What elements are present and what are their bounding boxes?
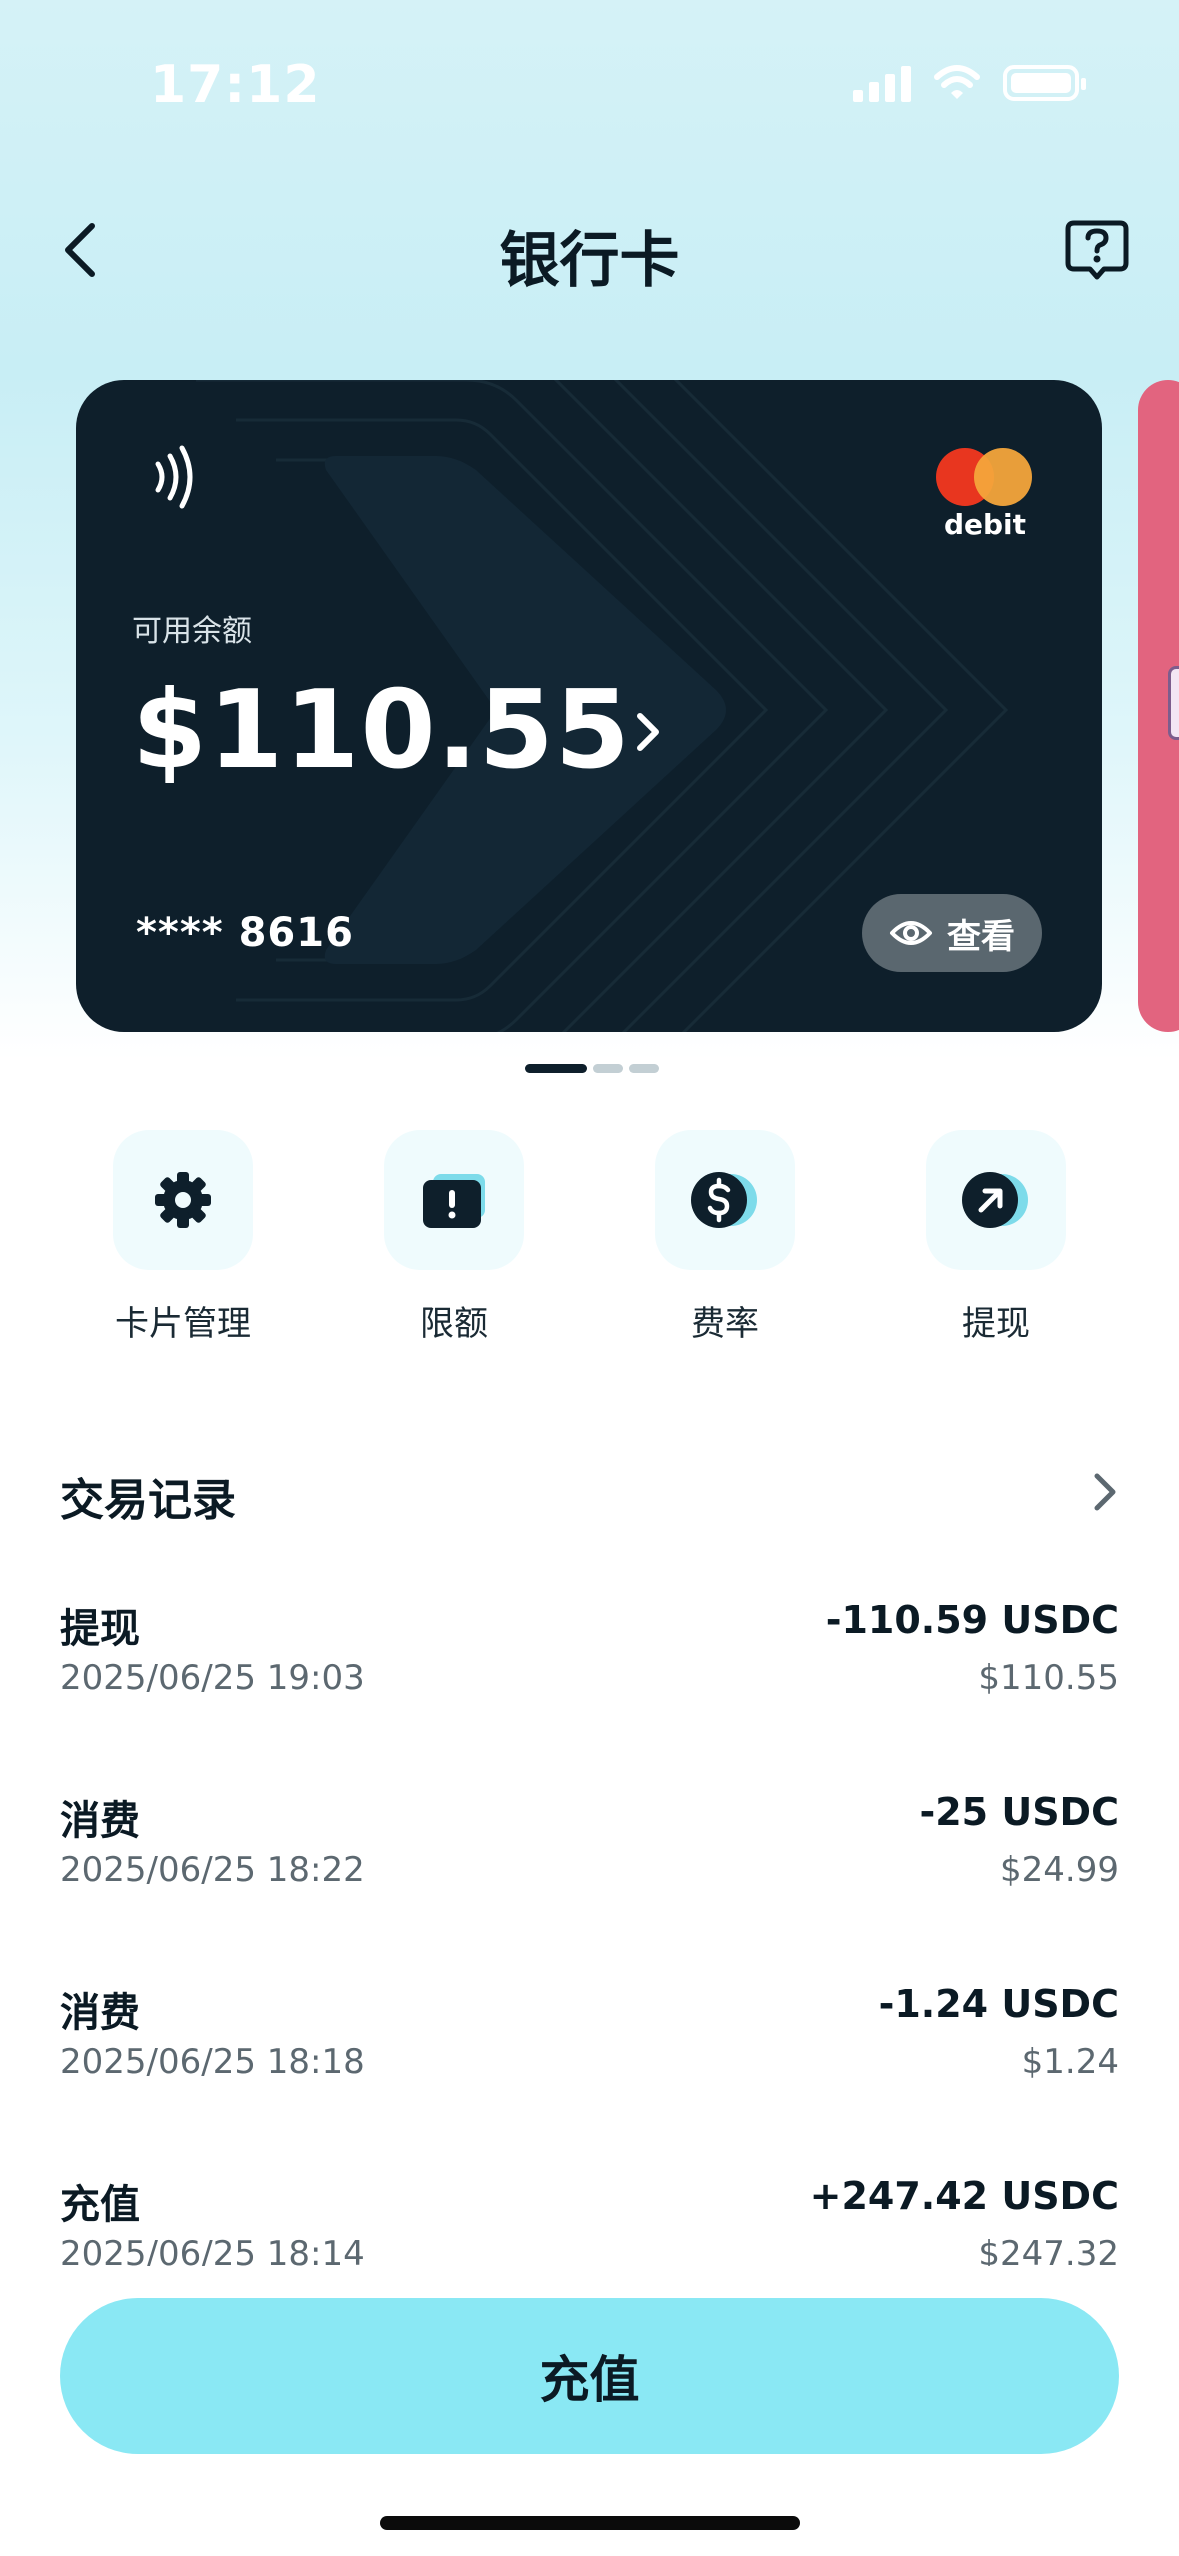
transaction-type: 消费 xyxy=(60,1990,140,2036)
dollar-icon xyxy=(655,1130,795,1270)
help-button[interactable] xyxy=(1055,208,1139,292)
navigation-bar: 银行卡 xyxy=(0,190,1179,310)
battery-icon xyxy=(1003,65,1086,101)
gear-icon xyxy=(113,1130,253,1270)
contactless-icon xyxy=(155,445,193,509)
transaction-amount: -1.24 USDC xyxy=(878,1982,1119,2026)
card-type-label: debit xyxy=(943,508,1026,541)
wifi-icon xyxy=(934,65,980,99)
cellular-signal-icon xyxy=(853,64,911,102)
transaction-usd-value: $24.99 xyxy=(1000,1850,1119,1890)
help-icon xyxy=(1065,220,1129,280)
transaction-time: 2025/06/25 19:03 xyxy=(60,1658,365,1698)
masked-card-number: **** 8616 xyxy=(136,910,354,956)
status-time: 17:12 xyxy=(150,55,321,115)
view-card-label: 查看 xyxy=(947,916,1015,957)
mastercard-logo-icon xyxy=(936,448,1032,508)
next-card-preview[interactable] xyxy=(1138,380,1179,1032)
transaction-type: 提现 xyxy=(60,1606,140,1652)
available-balance-label: 可用余额 xyxy=(132,614,252,649)
action-limit[interactable]: 限额 xyxy=(354,1130,554,1345)
transaction-row[interactable]: 消费 2025/06/25 18:18 -1.24 USDC $1.24 xyxy=(60,1980,1119,2172)
status-bar: 17:12 xyxy=(0,0,1179,170)
action-fee-rate[interactable]: 费率 xyxy=(625,1130,825,1345)
transaction-amount: -110.59 USDC xyxy=(825,1598,1119,1642)
chevron-right-icon[interactable] xyxy=(634,710,662,754)
view-card-button[interactable]: 查看 xyxy=(862,894,1042,972)
transaction-time: 2025/06/25 18:22 xyxy=(60,1850,365,1890)
transaction-amount: +247.42 USDC xyxy=(809,2174,1119,2218)
action-card-management[interactable]: 卡片管理 xyxy=(83,1130,283,1345)
pager-dot xyxy=(593,1064,623,1073)
action-withdraw[interactable]: 提现 xyxy=(896,1130,1096,1345)
quick-actions: 卡片管理 限额 费率 提现 xyxy=(0,1130,1179,1360)
transactions-title: 交易记录 xyxy=(60,1475,236,1526)
card-pager xyxy=(525,1064,659,1073)
recharge-button[interactable]: 充值 xyxy=(60,2298,1119,2454)
transaction-usd-value: $1.24 xyxy=(1021,2042,1119,2082)
transaction-type: 充值 xyxy=(60,2182,140,2228)
transaction-type: 消费 xyxy=(60,1798,140,1844)
withdraw-arrow-icon xyxy=(926,1130,1066,1270)
action-label: 提现 xyxy=(962,1304,1030,1344)
transaction-row[interactable]: 充值 2025/06/25 18:14 +247.42 USDC $247.32 xyxy=(60,2172,1119,2266)
transaction-list: 提现 2025/06/25 19:03 -110.59 USDC $110.55… xyxy=(60,1596,1119,2266)
status-icons xyxy=(853,64,1086,102)
transaction-usd-value: $247.32 xyxy=(978,2234,1119,2266)
bank-card[interactable]: debit 可用余额 $110.55 **** 8616 查看 xyxy=(76,380,1102,1032)
available-balance: $110.55 xyxy=(132,668,631,793)
transaction-usd-value: $110.55 xyxy=(978,1658,1119,1698)
transactions-more-chevron-icon[interactable] xyxy=(1089,1470,1119,1514)
transaction-time: 2025/06/25 18:14 xyxy=(60,2234,365,2266)
home-indicator xyxy=(380,2516,800,2530)
transaction-amount: -25 USDC xyxy=(919,1790,1119,1834)
action-label: 卡片管理 xyxy=(115,1304,251,1344)
pager-dot xyxy=(629,1064,659,1073)
action-label: 费率 xyxy=(691,1304,759,1344)
eye-icon xyxy=(890,921,932,945)
pager-dot-active xyxy=(525,1064,587,1073)
transaction-row[interactable]: 提现 2025/06/25 19:03 -110.59 USDC $110.55 xyxy=(60,1596,1119,1788)
page-title: 银行卡 xyxy=(499,226,680,296)
transaction-row[interactable]: 消费 2025/06/25 18:22 -25 USDC $24.99 xyxy=(60,1788,1119,1980)
action-label: 限额 xyxy=(420,1304,488,1344)
transaction-time: 2025/06/25 18:18 xyxy=(60,2042,365,2082)
limit-icon xyxy=(384,1130,524,1270)
